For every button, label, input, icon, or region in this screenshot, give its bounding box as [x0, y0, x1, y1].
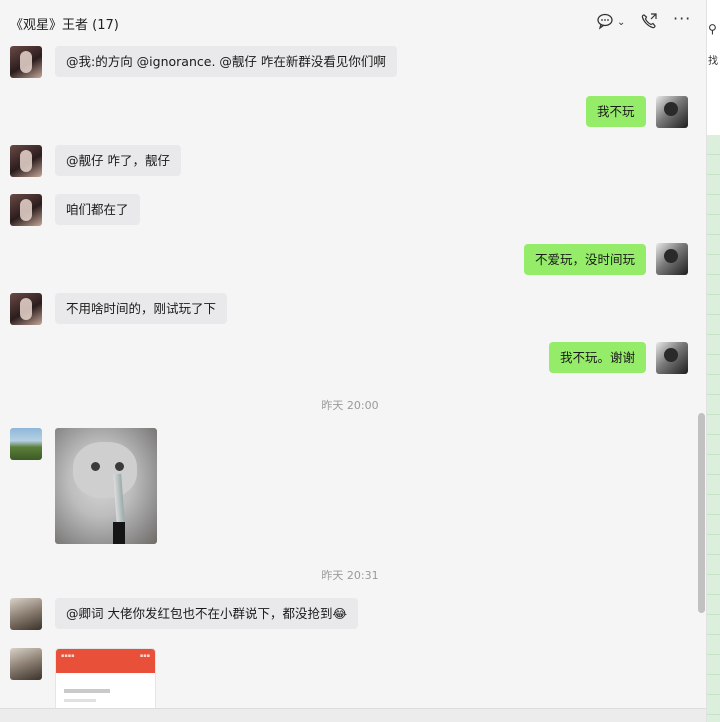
my-avatar[interactable] [656, 243, 688, 275]
more-dots-icon[interactable]: ··· [673, 10, 691, 28]
scrollbar-thumb[interactable] [698, 413, 705, 613]
message-timestamp: 昨天 20:31 [321, 569, 379, 582]
redpacket-header-shape: ▪▪▪▪ ▪▪▪ [56, 649, 155, 673]
redpacket-content-line [64, 689, 110, 693]
redpacket-header-text-left: ▪▪▪▪ [61, 653, 75, 659]
sender-avatar[interactable] [10, 293, 42, 325]
background-spreadsheet-grid [707, 135, 720, 722]
message-input-area[interactable] [0, 708, 706, 722]
message-bubble-outgoing[interactable]: 不爱玩，没时间玩 [524, 244, 647, 275]
redpacket-content-line [64, 699, 96, 702]
my-avatar[interactable] [656, 96, 688, 128]
sender-avatar[interactable] [10, 194, 42, 226]
sender-avatar[interactable] [10, 46, 42, 78]
chat-bubble-icon-svg [597, 13, 613, 30]
chat-bubble-icon[interactable] [596, 12, 614, 34]
chat-window: @我:的方向 @ignorance. @靓仔 咋在新群没看见你们啊 我不玩 @靓… [0, 0, 707, 722]
sender-avatar[interactable] [10, 598, 42, 630]
cat-eye-shape [115, 462, 124, 471]
message-bubble-incoming[interactable]: 不用啥时间的，刚试玩了下 [55, 293, 228, 324]
chat-title-bar: 《观星》王者 (17) ⌄ ··· [0, 0, 706, 44]
cat-eye-shape [91, 462, 100, 471]
sender-avatar[interactable] [10, 145, 42, 177]
knife-handle-shape [113, 522, 125, 544]
cat-face-shape [73, 442, 137, 498]
background-search-icon[interactable]: ⚲ [708, 22, 717, 36]
sender-avatar[interactable] [10, 648, 42, 680]
message-bubble-incoming[interactable]: 咱们都在了 [55, 194, 140, 225]
chevron-down-icon[interactable]: ⌄ [617, 14, 625, 32]
message-bubble-outgoing[interactable]: 我不玩。谢谢 [549, 342, 647, 373]
redpacket-header-text-right: ▪▪▪ [139, 653, 150, 659]
sender-avatar[interactable] [10, 428, 42, 460]
message-bubble-incoming[interactable]: @我:的方向 @ignorance. @靓仔 咋在新群没看见你们啊 [55, 46, 397, 77]
message-bubble-incoming[interactable]: @靓仔 咋了，靓仔 [55, 145, 181, 176]
chat-title[interactable]: 《观星》王者 (17) [10, 14, 119, 33]
my-avatar[interactable] [656, 342, 688, 374]
message-bubble-outgoing[interactable]: 我不玩 [586, 96, 646, 127]
message-timestamp: 昨天 20:00 [321, 399, 379, 412]
message-list[interactable]: @我:的方向 @ignorance. @靓仔 咋在新群没看见你们啊 我不玩 @靓… [0, 0, 706, 722]
phone-call-icon[interactable] [640, 12, 658, 34]
image-message-cat-photo[interactable] [55, 428, 157, 544]
phone-call-icon-svg [641, 13, 657, 29]
background-find-label: 找 [708, 56, 718, 67]
message-bubble-incoming[interactable]: @卿词 大佬你发红包也不在小群说下，都没抢到😂 [55, 598, 359, 629]
